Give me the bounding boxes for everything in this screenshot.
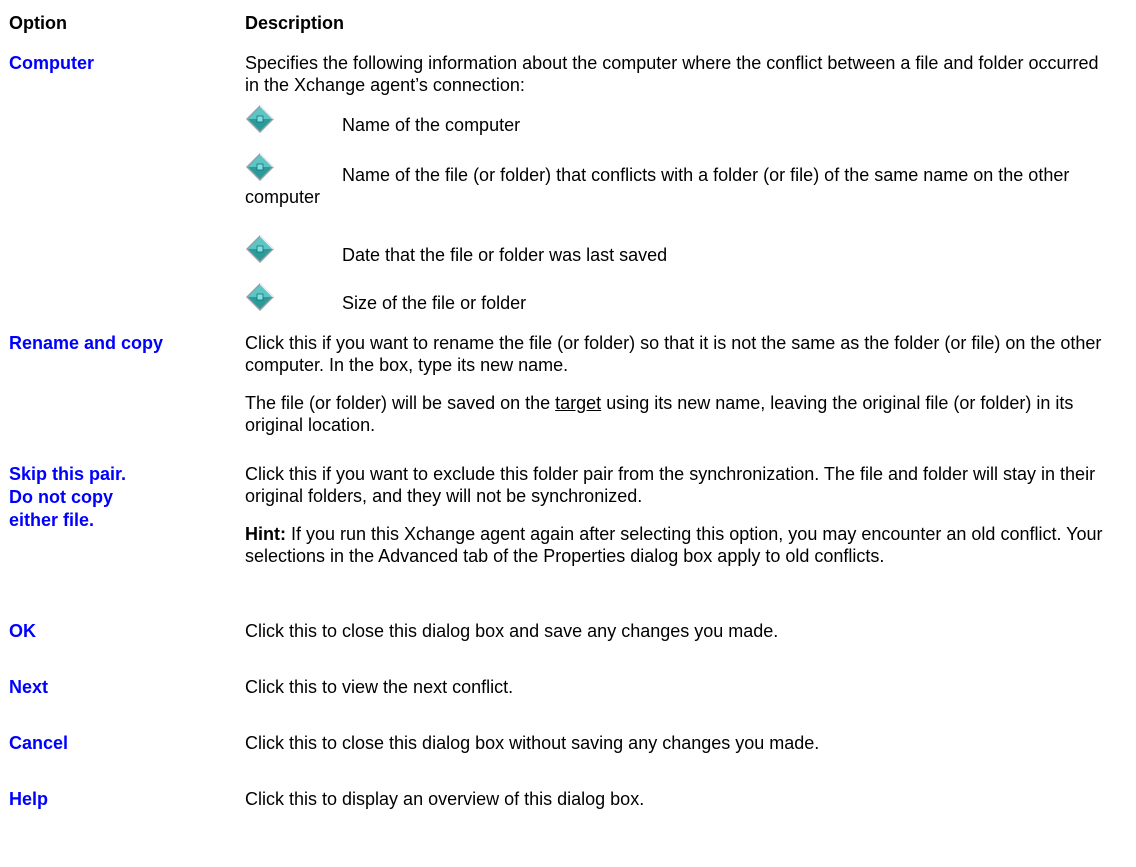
option-skip-this-pair[interactable]: Skip this pair. Do not copy either file. [9,463,147,532]
bullet-item-file-name: Name of the file (or folder) that confli… [245,164,1105,208]
description-next: Click this to view the next conflict. [245,677,514,697]
description-cancel: Click this to close this dialog box with… [245,733,820,753]
description-help: Click this to display an overview of thi… [245,789,645,809]
option-next-link[interactable]: Next [9,677,48,697]
option-computer-link[interactable]: Computer [9,53,94,73]
option-skip-this-pair-link[interactable]: Skip this pair. Do not copy either file. [9,464,126,530]
diamond-bullet-icon [245,152,275,182]
option-rename-and-copy[interactable]: Rename and copy [9,332,169,355]
target-link[interactable]: target [555,393,601,413]
column-header-description: Description [245,13,345,33]
option-cancel[interactable]: Cancel [9,732,147,755]
bullet-text: Size of the file or folder [342,293,527,313]
note-prefix: The file (or folder) will be saved on th… [245,393,556,413]
diamond-bullet-icon [245,234,275,264]
option-computer[interactable]: Computer [9,52,147,75]
option-next[interactable]: Next [9,676,147,699]
bullet-item-computer-name: Name of the computer [245,104,1105,138]
note-rename-and-copy: The file (or folder) will be saved on th… [245,392,1105,436]
bullet-item-size: Size of the file or folder [245,282,1105,316]
option-help[interactable]: Help [9,788,147,811]
description-ok: Click this to close this dialog box and … [245,621,779,641]
option-ok-link[interactable]: OK [9,621,36,641]
description-skip-this-pair: Click this if you want to exclude this f… [245,464,1096,506]
description-rename-and-copy: Click this if you want to rename the fil… [245,333,1102,375]
option-help-link[interactable]: Help [9,789,48,809]
diamond-bullet-icon [245,282,275,312]
description-computer: Specifies the following information abou… [245,53,1099,95]
bullet-text: Date that the file or folder was last sa… [342,245,668,265]
bullet-text: Name of the file (or folder) that confli… [245,165,1070,207]
hint-text: If you run this Xchange agent again afte… [245,524,1103,566]
bullet-item-date-saved: Date that the file or folder was last sa… [245,234,1105,268]
hint-skip-this-pair: Hint: If you run this Xchange agent agai… [245,523,1105,567]
hint-label: Hint: [245,524,286,544]
option-ok[interactable]: OK [9,620,147,643]
option-rename-and-copy-link[interactable]: Rename and copy [9,333,163,353]
bullet-text: Name of the computer [342,115,521,135]
column-header-option: Option [9,13,67,33]
diamond-bullet-icon [245,104,275,134]
option-cancel-link[interactable]: Cancel [9,733,68,753]
